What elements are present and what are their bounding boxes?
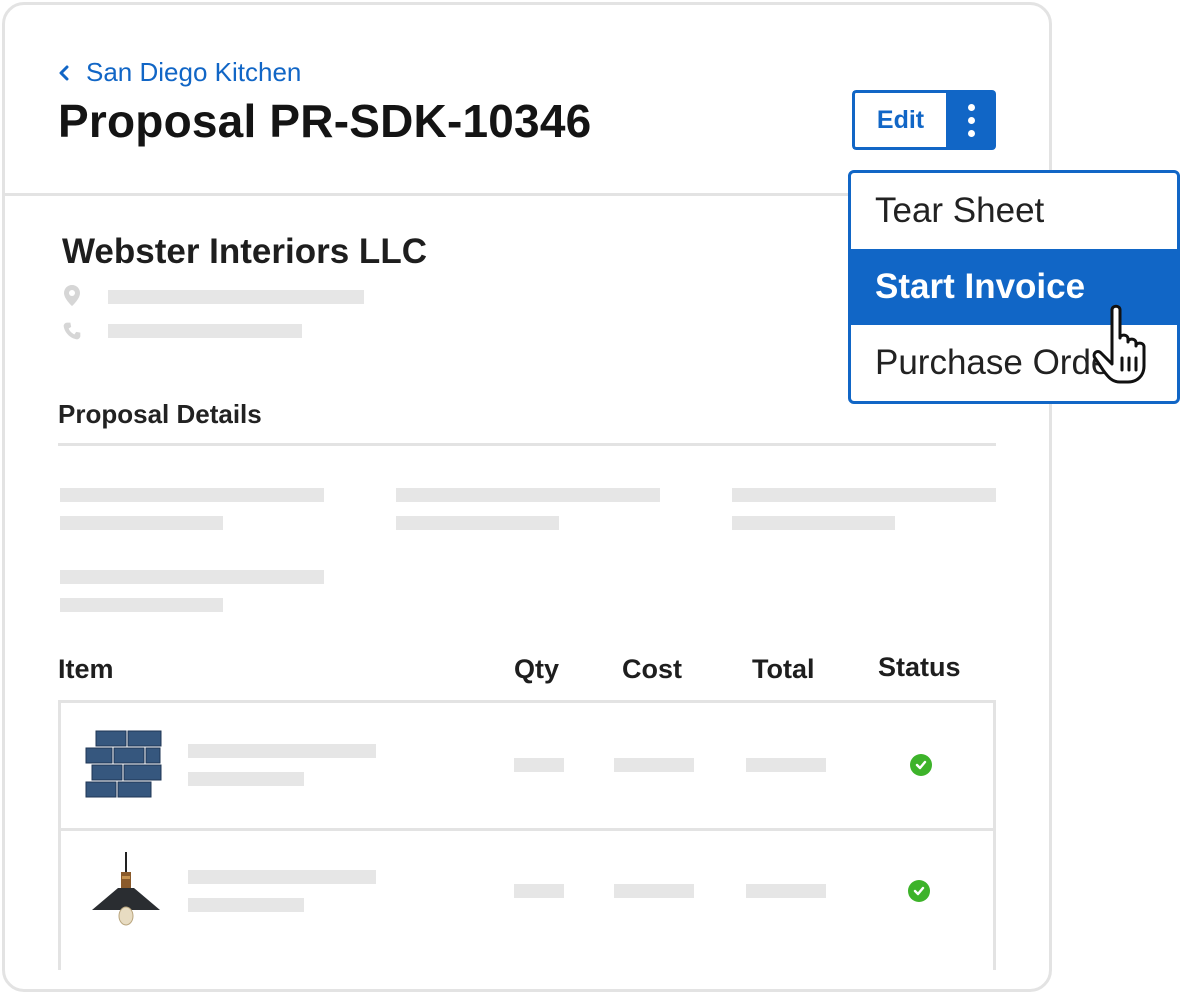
client-address-row [62, 284, 82, 308]
detail-placeholder [396, 488, 660, 502]
detail-placeholder [60, 488, 324, 502]
detail-placeholder [732, 516, 895, 530]
column-header-item[interactable]: Item [58, 654, 114, 685]
items-table [58, 700, 996, 970]
qty-placeholder [514, 884, 564, 898]
total-placeholder [746, 758, 826, 772]
detail-placeholder [396, 516, 559, 530]
menu-item-tear-sheet[interactable]: Tear Sheet [851, 173, 1177, 249]
breadcrumb[interactable]: San Diego Kitchen [58, 57, 301, 88]
edit-button[interactable]: Edit [852, 90, 946, 150]
column-header-status[interactable]: Status [878, 652, 961, 683]
row-divider [61, 828, 993, 831]
client-phone-row [62, 319, 82, 343]
pendant-lamp-thumbnail [92, 852, 160, 926]
detail-placeholder [732, 488, 996, 502]
section-divider [58, 443, 996, 446]
qty-placeholder [514, 758, 564, 772]
column-header-cost[interactable]: Cost [622, 654, 682, 685]
check-circle-icon [908, 880, 930, 902]
client-name: Webster Interiors LLC [62, 232, 427, 271]
detail-placeholder [60, 570, 324, 584]
item-desc-placeholder [188, 898, 304, 912]
hand-pointer-cursor-icon [1092, 304, 1146, 384]
check-circle-icon [910, 754, 932, 776]
item-name-placeholder [188, 870, 376, 884]
proposal-details-heading: Proposal Details [58, 399, 262, 429]
location-pin-icon [64, 285, 80, 306]
action-button-group: Edit [852, 90, 996, 150]
item-name-placeholder [188, 744, 376, 758]
cost-placeholder [614, 884, 694, 898]
tile-thumbnail [85, 730, 162, 798]
column-header-qty[interactable]: Qty [514, 654, 559, 685]
phone-icon [63, 322, 81, 340]
total-placeholder [746, 884, 826, 898]
phone-placeholder [108, 324, 302, 338]
breadcrumb-label[interactable]: San Diego Kitchen [86, 57, 301, 88]
kebab-menu-icon [967, 103, 975, 111]
address-placeholder [108, 290, 364, 304]
page-title: Proposal PR-SDK-10346 [58, 95, 592, 147]
more-actions-button[interactable] [946, 90, 996, 150]
detail-placeholder [60, 516, 223, 530]
item-desc-placeholder [188, 772, 304, 786]
detail-placeholder [60, 598, 223, 612]
chevron-left-icon [59, 65, 69, 80]
cost-placeholder [614, 758, 694, 772]
column-header-total[interactable]: Total [752, 654, 815, 685]
